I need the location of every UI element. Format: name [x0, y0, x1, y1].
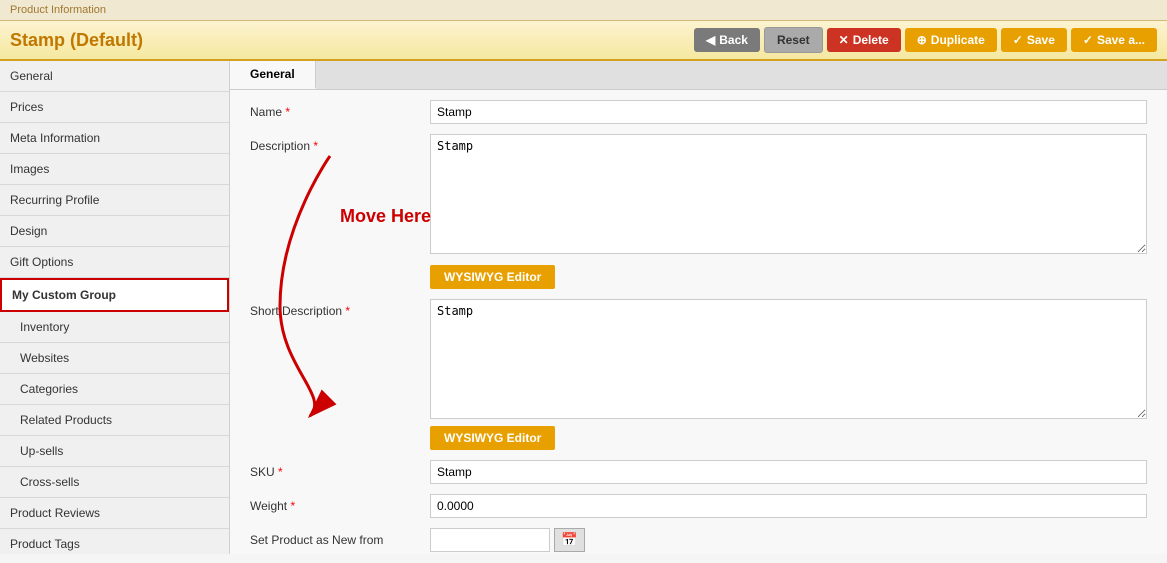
sidebar-item-product-reviews[interactable]: Product Reviews: [0, 498, 229, 529]
wysiwyg-editor-button-2[interactable]: WYSIWYG Editor: [430, 426, 555, 450]
back-icon: ◀: [706, 33, 715, 47]
save-all-button[interactable]: ✓ Save a...: [1071, 28, 1157, 52]
set-product-row: Set Product as New from 📅: [250, 528, 1147, 552]
weight-row: Weight *: [250, 494, 1147, 518]
description-label: Description *: [250, 134, 430, 153]
sidebar-item-gift-options[interactable]: Gift Options: [0, 247, 229, 278]
back-button[interactable]: ◀ Back: [694, 28, 760, 52]
description-row: Description * WYSIWYG Editor: [250, 134, 1147, 289]
content-tab-bar: General: [230, 61, 1167, 90]
save-icon: ✓: [1013, 33, 1023, 47]
content-area: General Name * Description *: [230, 61, 1167, 554]
sidebar-item-meta-information[interactable]: Meta Information: [0, 123, 229, 154]
duplicate-button[interactable]: ⊕ Duplicate: [905, 28, 997, 52]
sku-input[interactable]: [430, 460, 1147, 484]
name-row: Name *: [250, 100, 1147, 124]
header-buttons: ◀ Back Reset ✕ Delete ⊕ Duplicate ✓ Save…: [694, 27, 1157, 53]
set-product-label: Set Product as New from: [250, 528, 430, 547]
breadcrumb: Product Information: [0, 0, 1167, 21]
set-product-input-wrapper: 📅: [430, 528, 1147, 552]
calendar-icon: 📅: [561, 532, 578, 547]
sidebar-item-websites[interactable]: Websites: [0, 343, 229, 374]
short-description-row: Short Description * WYSIWYG Editor: [250, 299, 1147, 450]
sidebar-item-product-tags[interactable]: Product Tags: [0, 529, 229, 554]
sidebar-item-recurring-profile[interactable]: Recurring Profile: [0, 185, 229, 216]
wysiwyg-editor-button-1[interactable]: WYSIWYG Editor: [430, 265, 555, 289]
set-product-date-input[interactable]: [430, 528, 550, 552]
description-textarea[interactable]: [430, 134, 1147, 254]
save-all-icon: ✓: [1083, 33, 1093, 47]
sidebar-item-prices[interactable]: Prices: [0, 92, 229, 123]
save-button[interactable]: ✓ Save: [1001, 28, 1067, 52]
page-header: Stamp (Default) ◀ Back Reset ✕ Delete ⊕ …: [0, 21, 1167, 61]
sidebar-item-categories[interactable]: Categories: [0, 374, 229, 405]
sidebar-item-related-products[interactable]: Related Products: [0, 405, 229, 436]
sku-input-wrapper: [430, 460, 1147, 484]
delete-icon: ✕: [839, 33, 849, 47]
sidebar-item-images[interactable]: Images: [0, 154, 229, 185]
sidebar-item-cross-sells[interactable]: Cross-sells: [0, 467, 229, 498]
duplicate-icon: ⊕: [917, 33, 927, 47]
sidebar: GeneralPricesMeta InformationImagesRecur…: [0, 61, 230, 554]
name-label: Name *: [250, 100, 430, 119]
sidebar-item-design[interactable]: Design: [0, 216, 229, 247]
sidebar-item-inventory[interactable]: Inventory: [0, 312, 229, 343]
description-input-wrapper: WYSIWYG Editor: [430, 134, 1147, 289]
weight-input-wrapper: [430, 494, 1147, 518]
short-description-label: Short Description *: [250, 299, 430, 318]
reset-button[interactable]: Reset: [764, 27, 823, 53]
sidebar-item-my-custom-group[interactable]: My Custom Group: [0, 278, 229, 312]
sidebar-item-general[interactable]: General: [0, 61, 229, 92]
sidebar-item-up-sells[interactable]: Up-sells: [0, 436, 229, 467]
form-area: Name * Description * WYSIWYG Editor: [230, 90, 1167, 554]
sku-label: SKU *: [250, 460, 430, 479]
name-input-wrapper: [430, 100, 1147, 124]
sku-row: SKU *: [250, 460, 1147, 484]
weight-label: Weight *: [250, 494, 430, 513]
name-input[interactable]: [430, 100, 1147, 124]
tab-general[interactable]: General: [230, 61, 316, 89]
main-layout: GeneralPricesMeta InformationImagesRecur…: [0, 61, 1167, 554]
short-description-textarea[interactable]: [430, 299, 1147, 419]
delete-button[interactable]: ✕ Delete: [827, 28, 901, 52]
calendar-button[interactable]: 📅: [554, 528, 585, 552]
short-description-input-wrapper: WYSIWYG Editor: [430, 299, 1147, 450]
weight-input[interactable]: [430, 494, 1147, 518]
page-title: Stamp (Default): [10, 30, 143, 51]
